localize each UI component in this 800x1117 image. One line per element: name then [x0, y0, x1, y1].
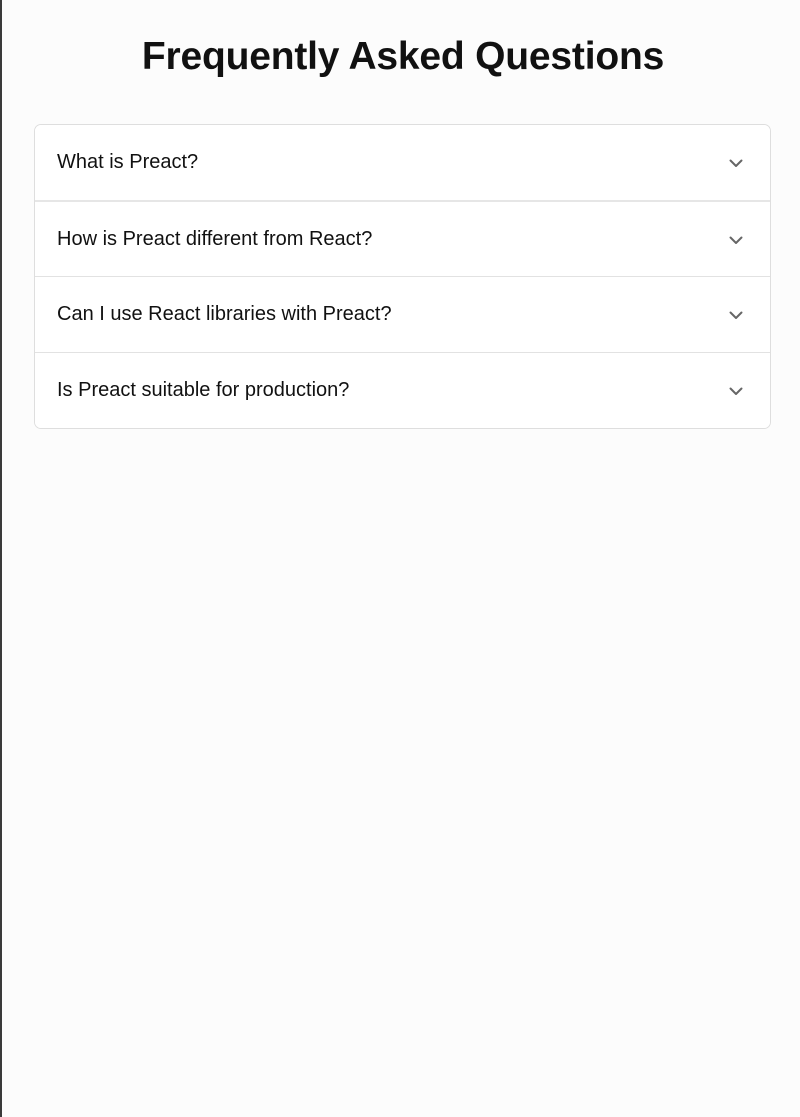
faq-item-preact-vs-react[interactable]: How is Preact different from React? — [35, 200, 770, 276]
faq-question: Can I use React libraries with Preact? — [57, 303, 392, 325]
faq-question: Is Preact suitable for production? — [57, 379, 350, 401]
chevron-down-icon — [726, 153, 746, 173]
faq-question: What is Preact? — [57, 151, 199, 173]
page-title: Frequently Asked Questions — [141, 35, 665, 78]
left-window-border — [0, 0, 2, 1117]
chevron-down-icon — [726, 381, 746, 401]
faq-item-react-libraries[interactable]: Can I use React libraries with Preact? — [35, 276, 770, 352]
faq-accordion: What is Preact? How is Preact different … — [34, 124, 771, 429]
faq-item-what-is-preact[interactable]: What is Preact? — [35, 125, 770, 200]
chevron-down-icon — [726, 305, 746, 325]
faq-item-production-ready[interactable]: Is Preact suitable for production? — [35, 352, 770, 428]
chevron-down-icon — [726, 230, 746, 250]
faq-question: How is Preact different from React? — [57, 228, 373, 250]
